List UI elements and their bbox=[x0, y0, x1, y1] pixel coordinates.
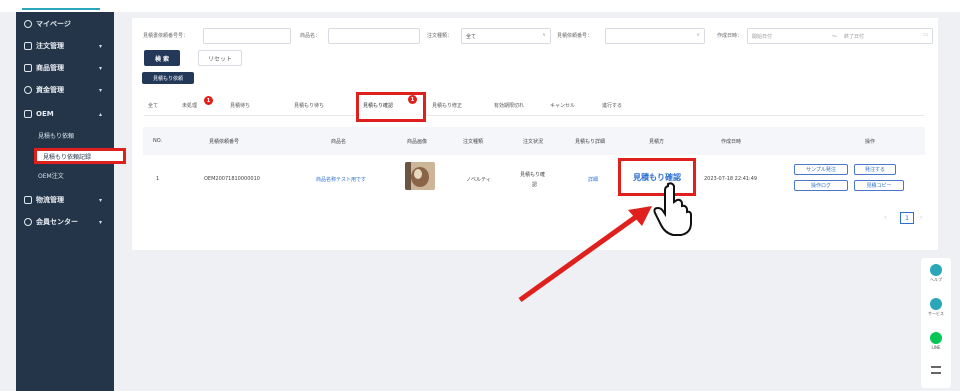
menu-icon bbox=[931, 366, 941, 374]
menu-button[interactable] bbox=[926, 366, 946, 374]
floating-toolbar: ヘルプ サービス LINE bbox=[921, 258, 951, 388]
line-icon bbox=[930, 332, 942, 344]
line-label: LINE bbox=[931, 345, 941, 350]
red-arrow-icon bbox=[518, 211, 642, 303]
help-icon bbox=[930, 264, 942, 276]
annotation-overlay bbox=[518, 182, 692, 303]
line-button[interactable]: LINE bbox=[926, 332, 946, 350]
service-label: サービス bbox=[928, 311, 944, 316]
service-button[interactable]: サービス bbox=[926, 298, 946, 317]
help-button[interactable]: ヘルプ bbox=[926, 264, 946, 283]
service-icon bbox=[930, 298, 942, 310]
help-label: ヘルプ bbox=[930, 277, 942, 282]
pointing-hand-icon bbox=[653, 182, 692, 236]
